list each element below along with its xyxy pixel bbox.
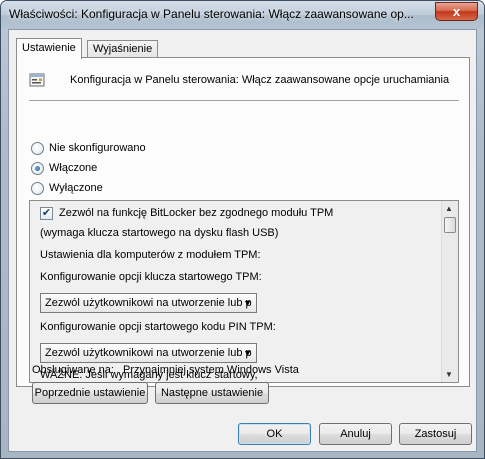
supported-on: Obsługiwane na: Przynajmniej system Wind… bbox=[32, 364, 299, 376]
setting-panel: Konfiguracja w Panelu sterowania: Włącz … bbox=[16, 57, 470, 387]
next-setting-button[interactable]: Następne ustawienie bbox=[155, 382, 269, 404]
startup-key-select[interactable]: Zezwól użytkownikowi na utworzenie lub p… bbox=[40, 293, 257, 313]
scroll-down-icon[interactable]: ▼ bbox=[445, 370, 453, 379]
previous-setting-button[interactable]: Poprzednie ustawienie bbox=[32, 382, 148, 404]
close-button[interactable]: x bbox=[435, 2, 478, 21]
separator bbox=[29, 100, 459, 102]
apply-button[interactable]: Zastosuj bbox=[399, 423, 472, 445]
pin-label: Konfigurowanie opcji startowego kodu PIN… bbox=[40, 321, 276, 333]
chevron-down-icon: ▼ bbox=[243, 348, 252, 358]
title-bar[interactable]: Właściwości: Konfiguracja w Panelu stero… bbox=[1, 1, 484, 29]
radio-not-configured[interactable]: Nie skonfigurowano bbox=[31, 140, 146, 156]
cancel-button[interactable]: Anuluj bbox=[319, 423, 392, 445]
radio-not-configured-button[interactable] bbox=[31, 141, 44, 155]
scroll-thumb[interactable] bbox=[444, 217, 456, 233]
window-title: Właściwości: Konfiguracja w Panelu stero… bbox=[9, 7, 414, 21]
allow-without-tpm-label: Zezwól na funkcję BitLocker bez zgodnego… bbox=[59, 207, 334, 219]
ok-button[interactable]: OK bbox=[238, 423, 311, 445]
dialog-client-area: Ustawienie Wyjaśnienie Konfiguracja w Pa… bbox=[8, 29, 477, 452]
supported-on-label: Obsługiwane na: bbox=[32, 364, 114, 376]
radio-enabled[interactable]: Włączone bbox=[31, 160, 97, 176]
allow-without-tpm-sublabel: (wymaga klucza startowego na dysku flash… bbox=[40, 227, 279, 239]
properties-window: Właściwości: Konfiguracja w Panelu stero… bbox=[0, 0, 485, 459]
startup-key-select-value: Zezwól użytkownikowi na utworzenie lub p bbox=[45, 297, 252, 309]
options-scrollbar[interactable]: ▲ ▼ bbox=[441, 201, 458, 382]
scroll-up-icon[interactable]: ▲ bbox=[445, 204, 453, 213]
radio-enabled-button[interactable] bbox=[31, 161, 44, 175]
tab-setting[interactable]: Ustawienie bbox=[16, 38, 82, 59]
radio-disabled[interactable]: Wyłączone bbox=[31, 180, 103, 196]
chevron-down-icon: ▼ bbox=[243, 298, 252, 308]
options-box: ✔ Zezwól na funkcję BitLocker bez zgodne… bbox=[29, 200, 459, 383]
radio-disabled-label: Wyłączone bbox=[49, 182, 103, 194]
supported-on-value: Przynajmniej system Windows Vista bbox=[123, 364, 299, 376]
policy-setting-icon bbox=[29, 73, 45, 87]
pin-select-value: Zezwól użytkownikowi na utworzenie lub p bbox=[45, 347, 252, 359]
tpm-settings-heading: Ustawienia dla komputerów z modułem TPM: bbox=[40, 249, 261, 261]
pin-select[interactable]: Zezwól użytkownikowi na utworzenie lub p… bbox=[40, 343, 257, 363]
allow-without-tpm-checkbox[interactable]: ✔ bbox=[40, 207, 53, 220]
radio-disabled-button[interactable] bbox=[31, 181, 44, 195]
radio-enabled-label: Włączone bbox=[49, 162, 98, 174]
radio-not-configured-label: Nie skonfigurowano bbox=[49, 142, 146, 154]
tab-explain[interactable]: Wyjaśnienie bbox=[87, 40, 159, 58]
startup-key-label: Konfigurowanie opcji klucza startowego T… bbox=[40, 271, 262, 283]
policy-title: Konfiguracja w Panelu sterowania: Włącz … bbox=[70, 74, 450, 86]
